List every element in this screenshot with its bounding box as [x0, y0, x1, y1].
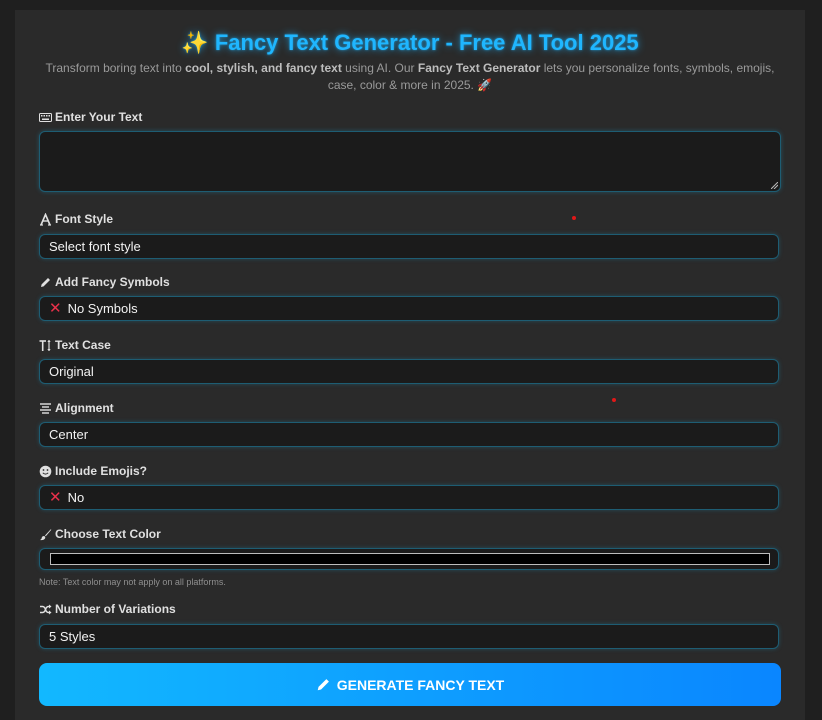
keyboard-icon — [39, 112, 52, 122]
text-case-select[interactable]: Original — [39, 359, 779, 384]
generate-button-label: GENERATE FANCY TEXT — [336, 676, 505, 693]
red-dot-marker — [572, 216, 576, 220]
variations-select[interactable]: 5 Styles — [39, 624, 779, 649]
symbols-select[interactable]: ✕ No Symbols — [39, 296, 779, 321]
emojis-value: No — [67, 490, 85, 505]
font-style-select[interactable]: Select font style — [39, 234, 779, 259]
page-title: ✨ Fancy Text Generator - Free AI Tool 20… — [181, 30, 639, 55]
font-icon — [40, 212, 51, 226]
generate-button[interactable]: GENERATE FANCY TEXT — [39, 663, 781, 706]
color-swatch — [50, 553, 770, 565]
resize-handle-icon[interactable] — [771, 182, 778, 189]
emojis-label: Include Emojis? — [39, 464, 147, 478]
smiley-icon — [39, 465, 52, 477]
generator-panel: ✨ Fancy Text Generator - Free AI Tool 20… — [15, 10, 805, 720]
x-mark-icon: ✕ — [49, 489, 62, 506]
symbols-label: Add Fancy Symbols — [39, 275, 170, 289]
align-center-icon — [40, 402, 51, 414]
text-color-note: Note: Text color may not apply on all pl… — [39, 577, 226, 587]
emojis-select[interactable]: ✕ No — [39, 485, 779, 510]
shuffle-icon — [40, 604, 52, 614]
text-input-label: Enter Your Text — [39, 110, 142, 124]
variations-label: Number of Variations — [39, 602, 176, 616]
text-color-picker[interactable] — [39, 548, 779, 570]
page-subtitle: Transform boring text into cool, stylish… — [45, 61, 775, 92]
x-mark-icon: ✕ — [49, 300, 62, 317]
red-dot-marker — [612, 398, 616, 402]
pencil-icon — [41, 277, 50, 287]
text-height-icon — [39, 339, 51, 351]
pencil-icon — [317, 679, 329, 691]
text-case-label: Text Case — [39, 338, 111, 352]
alignment-select[interactable]: Center — [39, 422, 779, 447]
text-input[interactable] — [39, 131, 781, 192]
paint-brush-icon — [40, 528, 52, 540]
symbols-value: No Symbols — [67, 301, 138, 316]
alignment-label: Alignment — [39, 401, 114, 415]
font-style-label: Font Style — [39, 212, 113, 226]
text-color-label: Choose Text Color — [39, 527, 161, 541]
